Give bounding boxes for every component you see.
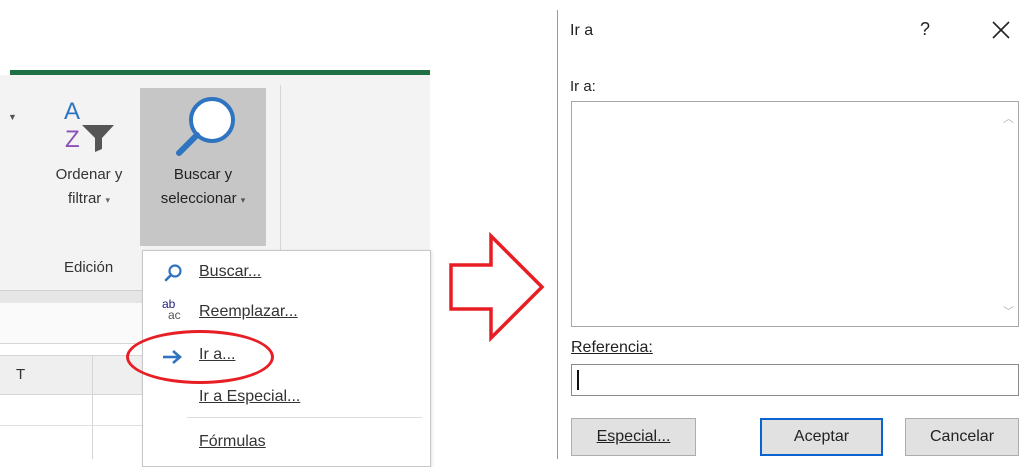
ribbon-separator — [280, 85, 281, 265]
column-header-t[interactable]: T — [16, 366, 25, 383]
chevron-down-icon: ▾ — [240, 195, 246, 205]
reference-input[interactable] — [571, 364, 1019, 396]
filter-funnel — [82, 125, 114, 152]
reference-label: Referencia: — [571, 339, 653, 356]
search-icon — [164, 264, 182, 282]
ribbon-accent-line — [10, 70, 430, 75]
dialog-title: Ir a — [570, 22, 594, 39]
close-icon[interactable] — [989, 18, 1013, 42]
arrow-right-icon — [449, 232, 545, 342]
chevron-down-icon: ▾ — [105, 195, 111, 205]
column-separator — [92, 355, 93, 459]
highlight-ellipse — [126, 330, 274, 384]
text-caret — [577, 370, 579, 390]
sort-filter-label: Ordenar y filtrar ▾ — [55, 166, 123, 207]
go-to-list[interactable] — [571, 101, 1019, 327]
menu-item-formulas[interactable]: Fórmulas — [199, 433, 266, 451]
scroll-up-icon[interactable]: ︿ — [1003, 110, 1014, 126]
sort-letter-z: Z — [65, 126, 80, 153]
cancel-button[interactable]: Cancelar — [905, 418, 1019, 456]
find-select-label: Buscar y seleccionar ▾ — [160, 166, 246, 207]
menu-item-ir-a-especial[interactable]: Ir a Especial... — [199, 388, 300, 406]
scroll-down-icon[interactable]: ﹀ — [1003, 303, 1014, 319]
replace-icon-text-bottom: ac — [168, 308, 181, 322]
menu-item-reemplazar[interactable]: Reemplazar... — [199, 303, 298, 321]
sort-filter-icon: A Z — [64, 98, 114, 153]
go-to-list-label: Ir a: — [570, 78, 596, 95]
chevron-down-icon[interactable]: ▼ — [8, 112, 17, 122]
special-button[interactable]: Especial... — [571, 418, 696, 456]
sort-letter-a: A — [64, 98, 80, 125]
ok-button[interactable]: Aceptar — [760, 418, 883, 456]
help-icon[interactable]: ? — [920, 19, 930, 40]
replace-icon: ab ac — [162, 298, 188, 329]
menu-item-buscar[interactable]: Buscar... — [199, 263, 261, 281]
group-label-edicion: Edición — [64, 259, 114, 276]
magnifier-icon — [176, 97, 235, 156]
menu-divider — [187, 417, 422, 418]
